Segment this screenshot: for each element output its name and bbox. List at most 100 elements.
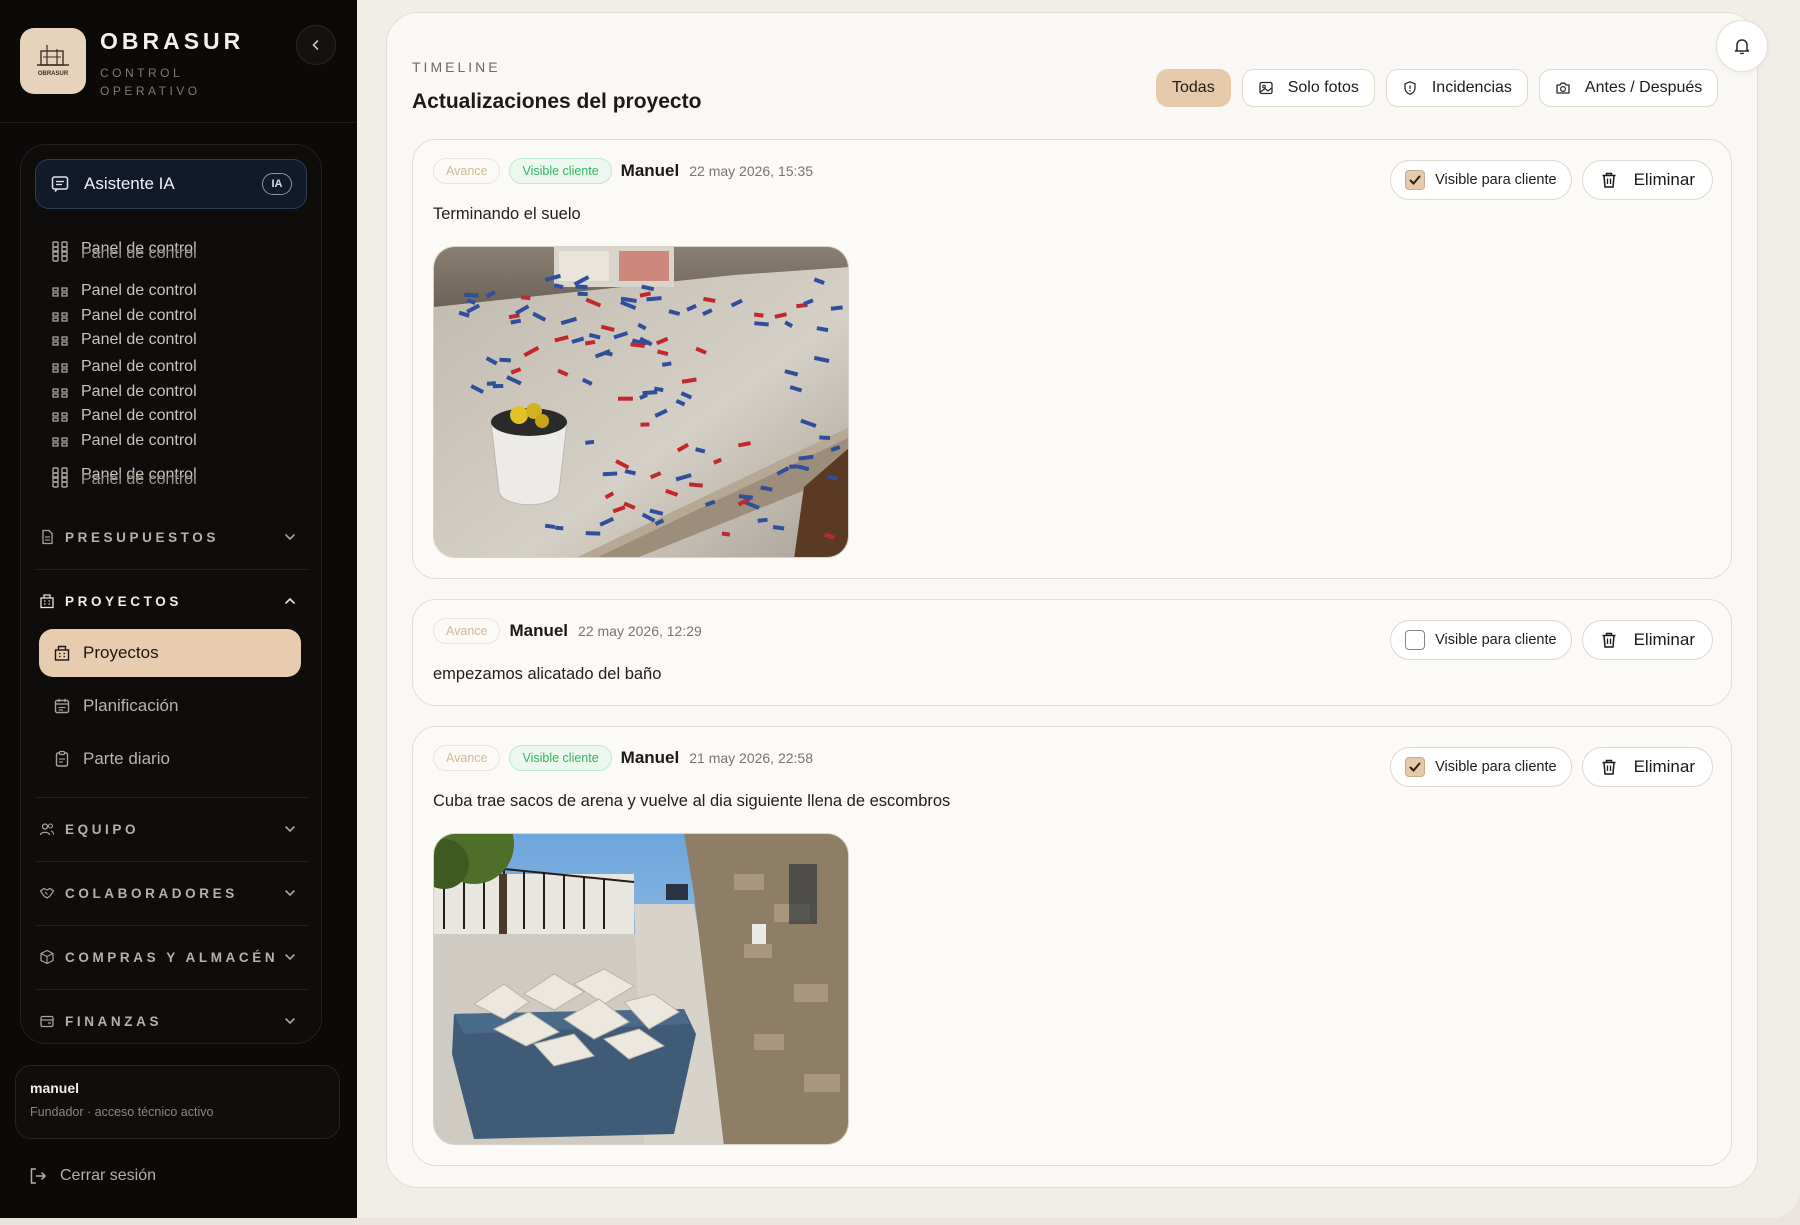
nav-item-parte-diario[interactable]: Parte diario (39, 735, 301, 783)
nav-panel-control[interactable]: Panel de control (51, 431, 197, 451)
group-label: COMPRAS Y ALMACÉN (65, 949, 279, 965)
notifications-button[interactable] (1716, 20, 1768, 72)
logout-button[interactable]: Cerrar sesión (28, 1166, 156, 1186)
nav-group-finanzas[interactable]: FINANZAS (39, 1007, 297, 1035)
nav-panel-control[interactable]: Panel de control (51, 306, 197, 326)
chevron-up-icon (285, 597, 295, 604)
nav-group-proyectos[interactable]: PROYECTOS (39, 587, 297, 615)
entry-timestamp: 21 may 2026, 22:58 (689, 750, 813, 766)
users-icon (39, 823, 55, 836)
entry-author: Manuel (620, 748, 680, 767)
entry-photo[interactable] (433, 833, 849, 1145)
entry-author: Manuel (620, 161, 680, 180)
trash-icon (1602, 632, 1616, 648)
check-icon (1409, 762, 1421, 772)
filter-label: Solo fotos (1287, 79, 1359, 96)
delete-button[interactable]: Eliminar (1581, 160, 1713, 200)
nav-group-compras[interactable]: COMPRAS Y ALMACÉN (39, 943, 297, 971)
nav-group-presupuestos[interactable]: PRESUPUESTOS (39, 523, 297, 551)
grid-icon (52, 412, 68, 422)
delete-button[interactable]: Eliminar (1581, 620, 1713, 660)
nav-panel-control[interactable]: Panel de control (51, 357, 197, 377)
user-card[interactable]: manuel Fundador · acceso técnico activo (15, 1065, 340, 1139)
entry-photo[interactable] (433, 246, 849, 558)
nav-panel-control[interactable]: Panel de control (51, 406, 197, 426)
nav-item-planificacion[interactable]: Planificación (39, 682, 301, 730)
filter-label: Todas (1172, 79, 1215, 96)
logout-label: Cerrar sesión (60, 1167, 157, 1184)
tile-clip (618, 396, 633, 401)
brand-logo: OBRASUR (20, 28, 86, 94)
filter-solo-fotos[interactable]: Solo fotos (1241, 69, 1375, 107)
collapse-sidebar-button[interactable] (296, 25, 336, 65)
tile-clip (640, 422, 650, 427)
checkbox-unchecked[interactable] (1405, 630, 1426, 650)
delete-label: Eliminar (1633, 757, 1695, 776)
nav-panel-control[interactable]: Panel de control (51, 330, 197, 350)
group-divider (35, 925, 309, 926)
grid-icon (52, 388, 68, 398)
nav-group-colaboradores[interactable]: COLABORADORES (39, 879, 297, 907)
chevron-down-icon (285, 954, 295, 961)
entry-header: Avance Manuel 22 may 2026, 12:29 (433, 618, 702, 644)
filter-incidencias[interactable]: Incidencias (1385, 69, 1528, 107)
tile-clip (577, 291, 588, 297)
grid-icon (52, 336, 68, 346)
nav-panel-control[interactable]: Panel de control (51, 281, 197, 301)
delete-label: Eliminar (1633, 630, 1695, 649)
grid-icon (52, 246, 68, 262)
shield-icon (1404, 81, 1416, 95)
timeline-kicker: TIMELINE (412, 59, 501, 75)
nav-label: Panel de control (81, 432, 197, 449)
assistant-ia-button[interactable]: Asistente IA IA (35, 159, 307, 209)
nav-panel-control[interactable]: Panel de control (51, 244, 197, 264)
tile-clip (464, 292, 479, 298)
grid-icon (52, 363, 68, 373)
tile-clip (585, 531, 601, 536)
nav-panel-control[interactable]: Panel de control (51, 382, 197, 402)
entry-text: Terminando el suelo (433, 205, 581, 223)
grid-icon (52, 287, 68, 297)
filter-label: Antes / Después (1584, 79, 1703, 96)
tile-clip (520, 295, 531, 301)
nav-label: Panel de control (81, 282, 197, 299)
handshake-icon (39, 887, 55, 899)
group-divider (35, 797, 309, 798)
svg-text:OBRASUR: OBRASUR (38, 71, 69, 77)
nav-label: Panel de control (81, 383, 197, 400)
nav-item-proyectos[interactable]: Proyectos (39, 629, 301, 677)
visible-badge: Visible cliente (509, 158, 612, 184)
assistant-label: Asistente IA (84, 174, 175, 193)
group-label: FINANZAS (65, 1013, 163, 1029)
filter-label: Incidencias (1431, 79, 1512, 96)
group-divider (35, 989, 309, 990)
nav-group-equipo[interactable]: EQUIPO (39, 815, 297, 843)
nav-label: Panel de control (81, 307, 197, 324)
filter-todas[interactable]: Todas (1156, 69, 1231, 107)
building-icon (54, 645, 70, 661)
clipboard-icon (55, 750, 69, 767)
visible-client-toggle[interactable]: Visible para cliente (1390, 620, 1572, 660)
group-divider (35, 569, 309, 570)
checkbox-checked[interactable] (1405, 170, 1426, 190)
ia-badge: IA (262, 173, 292, 195)
nav-panel-control[interactable]: Panel de control (51, 470, 197, 490)
group-label: COLABORADORES (65, 885, 238, 901)
chevron-down-icon (285, 826, 295, 833)
visible-client-toggle[interactable]: Visible para cliente (1390, 747, 1572, 787)
type-badge: Avance (433, 158, 501, 184)
type-badge: Avance (433, 618, 501, 644)
tile-clip (819, 435, 831, 440)
nav-label: Panel de control (81, 358, 197, 375)
visible-client-toggle[interactable]: Visible para cliente (1390, 160, 1572, 200)
filter-antes-despues[interactable]: Antes / Después (1538, 69, 1719, 107)
tile-clip (492, 383, 504, 389)
delete-button[interactable]: Eliminar (1581, 747, 1713, 787)
sidebar-nav: Asistente IA IA Panel de control Panel d… (20, 144, 322, 1044)
checkbox-checked[interactable] (1405, 757, 1426, 777)
timeline-entry: Avance Visible cliente Manuel 22 may 202… (412, 139, 1732, 579)
chevron-down-icon (285, 890, 295, 897)
toggle-label: Visible para cliente (1435, 632, 1557, 648)
chevron-down-icon (285, 534, 295, 541)
nav-label: Panel de control (81, 471, 197, 488)
